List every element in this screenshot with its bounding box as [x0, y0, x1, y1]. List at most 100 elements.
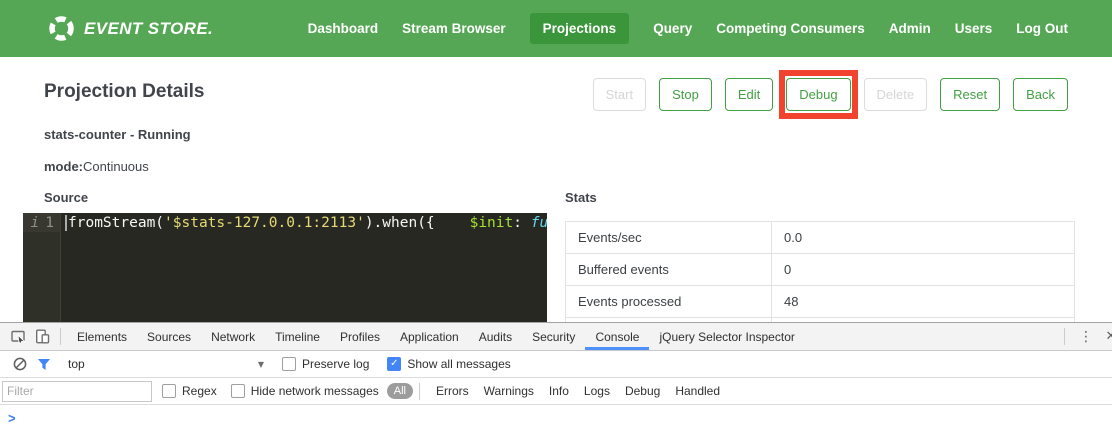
- nav-item-logout[interactable]: Log Out: [1016, 21, 1068, 36]
- device-toolbar-icon[interactable]: [30, 326, 54, 347]
- hide-network-messages-label[interactable]: Hide network messages: [251, 384, 379, 398]
- devtools-close-icon[interactable]: ✕: [1101, 329, 1112, 344]
- regex-label[interactable]: Regex: [182, 384, 217, 398]
- chevron-down-icon: ▼: [258, 360, 264, 369]
- toolbar-separator: [419, 383, 420, 400]
- tab-network[interactable]: Network: [201, 324, 265, 350]
- nav-item-stream-browser[interactable]: Stream Browser: [402, 21, 506, 36]
- show-all-messages-control: ✓ Show all messages: [387, 357, 510, 371]
- regex-checkbox[interactable]: [162, 384, 176, 398]
- clear-console-icon[interactable]: [8, 354, 32, 375]
- table-row: Events processed 48: [566, 286, 1075, 318]
- hide-network-messages-checkbox[interactable]: [231, 384, 245, 398]
- stat-label: Events/sec: [566, 222, 772, 254]
- show-all-messages-label[interactable]: Show all messages: [407, 357, 510, 371]
- code-segment-keyword: fu: [531, 215, 547, 231]
- console-toolbar: top ▼ Preserve log ✓ Show all messages: [0, 351, 1112, 378]
- console-output-area[interactable]: >: [0, 405, 1112, 441]
- source-section-label: Source: [44, 190, 88, 205]
- edit-button[interactable]: Edit: [725, 78, 773, 111]
- filter-warnings[interactable]: Warnings: [484, 384, 534, 398]
- action-button-row: Start Stop Edit Debug Delete Reset Back: [593, 78, 1068, 111]
- context-value: top: [68, 357, 85, 371]
- devtools-tab-bar: Elements Sources Network Timeline Profil…: [0, 323, 1112, 351]
- editor-code-line[interactable]: fromStream('$stats-127.0.0.1:2113').when…: [61, 213, 547, 322]
- tab-application[interactable]: Application: [390, 324, 469, 350]
- page-title: Projection Details: [44, 81, 205, 103]
- code-segment: [435, 215, 470, 231]
- preserve-log-control: Preserve log: [282, 357, 369, 371]
- tab-audits[interactable]: Audits: [469, 324, 522, 350]
- filter-handled[interactable]: Handled: [675, 384, 720, 398]
- table-row: Buffered events 0: [566, 254, 1075, 286]
- nav-item-users[interactable]: Users: [955, 21, 993, 36]
- filter-errors[interactable]: Errors: [436, 384, 469, 398]
- show-all-messages-checkbox[interactable]: ✓: [387, 357, 401, 371]
- filter-logs[interactable]: Logs: [584, 384, 610, 398]
- stat-value: 0: [772, 254, 1075, 286]
- delete-button[interactable]: Delete: [864, 78, 928, 111]
- line-number: 1: [45, 215, 54, 231]
- mode-value: Continuous: [83, 159, 149, 174]
- debug-button[interactable]: Debug: [786, 78, 850, 111]
- filter-debug[interactable]: Debug: [625, 384, 660, 398]
- preserve-log-checkbox[interactable]: [282, 357, 296, 371]
- nav-item-admin[interactable]: Admin: [889, 21, 931, 36]
- projection-status: stats-counter - Running: [44, 127, 191, 142]
- start-button[interactable]: Start: [593, 78, 646, 111]
- source-code-editor[interactable]: i 1 fromStream('$stats-127.0.0.1:2113').…: [23, 213, 547, 322]
- execution-context-selector[interactable]: top ▼: [68, 357, 264, 371]
- console-filter-bar: Regex Hide network messages All Errors W…: [0, 378, 1112, 405]
- stats-table: Events/sec 0.0 Buffered events 0 Events …: [565, 221, 1075, 322]
- tab-jquery-selector-inspector[interactable]: jQuery Selector Inspector: [649, 324, 804, 350]
- eventstore-logo-text: EVENT STORE.: [84, 19, 213, 39]
- projection-mode: mode:Continuous: [44, 159, 149, 174]
- check-icon: ✓: [390, 359, 398, 369]
- editor-gutter-line-1: i 1: [23, 213, 60, 232]
- tab-security[interactable]: Security: [522, 324, 585, 350]
- filter-input[interactable]: [2, 381, 152, 402]
- projection-details-page: Projection Details Start Stop Edit Debug…: [0, 57, 1112, 322]
- devtools-menu-icon[interactable]: ⋮: [1071, 329, 1101, 345]
- main-nav: Dashboard Stream Browser Projections Que…: [308, 13, 1068, 44]
- inspect-element-icon[interactable]: [6, 326, 30, 347]
- filter-info[interactable]: Info: [549, 384, 569, 398]
- filter-all-badge[interactable]: All: [387, 383, 413, 399]
- tab-sources[interactable]: Sources: [137, 324, 201, 350]
- tab-timeline[interactable]: Timeline: [265, 324, 330, 350]
- tab-console[interactable]: Console: [585, 324, 649, 350]
- preserve-log-label[interactable]: Preserve log: [302, 357, 369, 371]
- code-segment-property: $init: [470, 215, 514, 231]
- top-navbar: EVENT STORE. Dashboard Stream Browser Pr…: [0, 0, 1112, 57]
- nav-item-competing-consumers[interactable]: Competing Consumers: [716, 21, 865, 36]
- tab-elements[interactable]: Elements: [67, 324, 137, 350]
- stat-label: Buffered events: [566, 254, 772, 286]
- back-button[interactable]: Back: [1013, 78, 1068, 111]
- stat-label: Events processed: [566, 286, 772, 318]
- eventstore-logo-icon: [48, 15, 75, 42]
- stat-value: 48: [772, 286, 1075, 318]
- editor-cursor: [65, 215, 67, 231]
- nav-item-query[interactable]: Query: [653, 21, 692, 36]
- nav-item-dashboard[interactable]: Dashboard: [308, 21, 379, 36]
- mode-label: mode:: [44, 159, 83, 174]
- code-segment: fromStream(: [68, 215, 164, 231]
- stop-button[interactable]: Stop: [659, 78, 712, 111]
- gutter-info-icon: i: [31, 215, 40, 231]
- stats-section-label: Stats: [565, 190, 597, 205]
- code-segment: ).when({: [365, 215, 435, 231]
- devtools-panel: Elements Sources Network Timeline Profil…: [0, 322, 1112, 440]
- eventstore-logo: EVENT STORE.: [48, 15, 213, 42]
- regex-control: Regex: [162, 384, 217, 398]
- filter-icon[interactable]: [32, 354, 56, 375]
- toolbar-separator: [1064, 328, 1065, 345]
- nav-item-projections[interactable]: Projections: [530, 13, 630, 44]
- code-segment-string: '$stats-127.0.0.1:2113': [164, 215, 365, 231]
- tab-profiles[interactable]: Profiles: [330, 324, 390, 350]
- hide-network-control: Hide network messages: [231, 384, 379, 398]
- console-prompt-icon[interactable]: >: [8, 411, 16, 427]
- devtools-window-controls: ⋮ ✕: [1058, 328, 1112, 345]
- editor-gutter: i 1: [23, 213, 61, 322]
- table-row: Events/sec 0.0: [566, 222, 1075, 254]
- reset-button[interactable]: Reset: [940, 78, 1000, 111]
